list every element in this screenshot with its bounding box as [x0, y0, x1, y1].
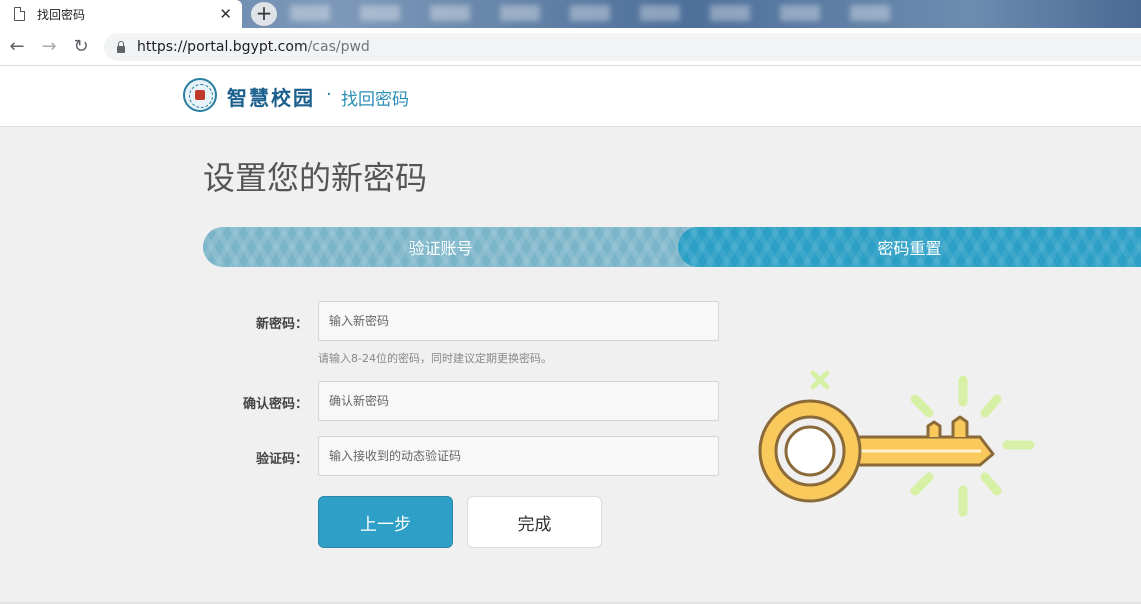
key-icon [758, 370, 1035, 517]
previous-step-button[interactable]: 上一步 [318, 496, 453, 548]
tab-close-icon[interactable]: ✕ [219, 5, 232, 23]
confirm-password-input[interactable] [318, 381, 719, 421]
done-button[interactable]: 完成 [467, 496, 602, 548]
new-tab-button[interactable]: + [251, 2, 277, 26]
lock-icon[interactable] [117, 40, 125, 53]
new-password-input[interactable] [318, 301, 719, 341]
confirm-password-label: 确认密码： [242, 397, 308, 412]
captcha-input[interactable] [318, 436, 719, 476]
cross-sparkle-icon [810, 370, 830, 390]
reload-icon[interactable]: ↻ [70, 36, 92, 58]
captcha-label: 验证码： [255, 452, 308, 467]
step-progress: 验证账号 密码重置 [203, 227, 1141, 267]
step-verify-account: 验证账号 [203, 227, 703, 267]
tab-title: 找回密码 [37, 7, 86, 22]
page-title: 设置您的新密码 [203, 159, 428, 197]
url-text[interactable]: https://portal.bgypt.com/cas/pwd [137, 39, 370, 55]
page-icon [14, 7, 25, 21]
browser-toolbar: ← → ↻ https://portal.bgypt.com/cas/pwd [0, 28, 1141, 66]
step-reset-password: 密码重置 [678, 227, 1141, 267]
header-subtitle: 找回密码 [341, 90, 409, 110]
back-arrow-icon[interactable]: ← [6, 36, 28, 58]
brand-separator: · [326, 84, 332, 105]
address-bar[interactable]: https://portal.bgypt.com/cas/pwd [104, 33, 1141, 61]
key-shape [758, 399, 995, 503]
forward-arrow-icon[interactable]: → [38, 36, 60, 58]
school-emblem-icon[interactable] [183, 78, 217, 112]
browser-tabstrip: 找回密码 ✕ + [0, 0, 1141, 28]
browser-tab[interactable]: 找回密码 ✕ [0, 0, 242, 28]
new-password-label: 新密码： [255, 317, 308, 332]
brand-name[interactable]: 智慧校园 [227, 82, 315, 111]
site-header: 智慧校园 · 找回密码 [0, 66, 1141, 127]
tabstrip-background [290, 5, 890, 21]
password-hint: 请输入8-24位的密码，同时建议定期更换密码。 [318, 352, 552, 365]
